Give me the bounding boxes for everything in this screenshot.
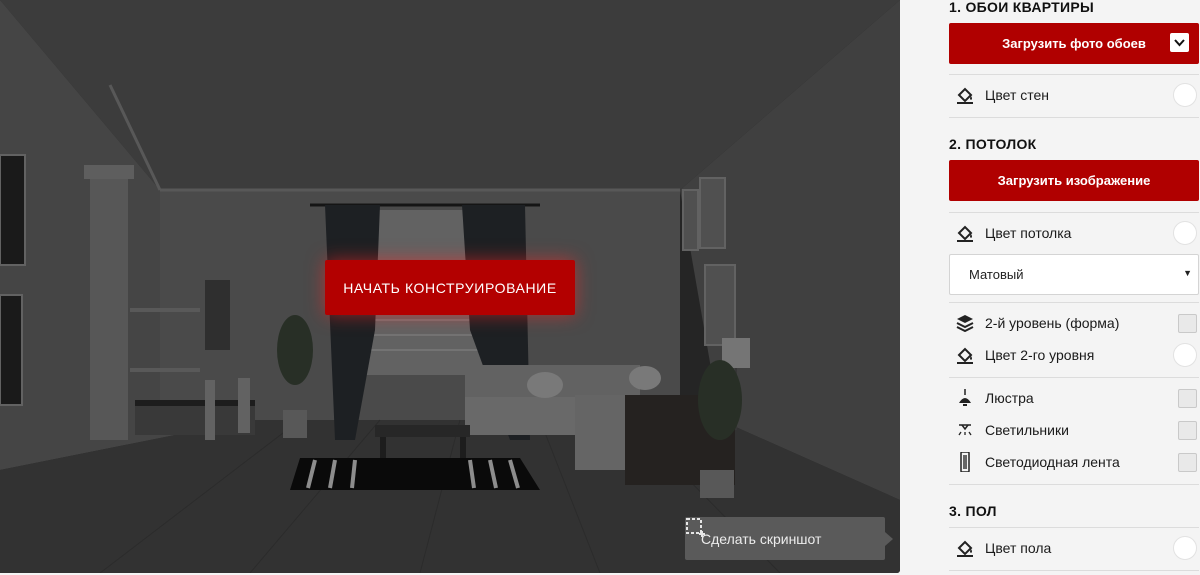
led-strip-icon xyxy=(955,452,975,472)
screenshot-button-label: Сделать скриншот xyxy=(701,530,822,547)
led-strip-label: Светодиодная лента xyxy=(985,454,1120,470)
wall-color-row[interactable]: Цвет стен xyxy=(949,79,1199,111)
section-title-wallpaper: 1. ОБОИ КВАРТИРЫ xyxy=(949,0,1095,15)
second-level-label: 2-й уровень (форма) xyxy=(985,315,1120,331)
lamps-row[interactable]: Светильники xyxy=(949,414,1199,446)
caret-down-icon: ▼ xyxy=(1183,268,1192,278)
second-level-color-row[interactable]: Цвет 2-го уровня xyxy=(949,339,1199,371)
chandelier-row[interactable]: Люстра xyxy=(949,382,1199,414)
chevron-down-icon[interactable] xyxy=(1170,33,1189,52)
start-design-button[interactable]: НАЧАТЬ КОНСТРУИРОВАНИЕ xyxy=(325,260,575,315)
chandelier-icon xyxy=(955,388,975,408)
ceiling-color-label: Цвет потолка xyxy=(985,225,1072,241)
ceiling-finish-value: Матовый xyxy=(969,267,1024,282)
paint-bucket-icon xyxy=(955,85,975,105)
second-level-row[interactable]: 2-й уровень (форма) xyxy=(949,307,1199,339)
divider xyxy=(949,117,1199,118)
floor-color-label: Цвет пола xyxy=(985,540,1052,556)
divider xyxy=(949,74,1199,75)
divider xyxy=(949,302,1199,303)
ceiling-color-swatch[interactable] xyxy=(1173,221,1197,245)
lamps-label: Светильники xyxy=(985,422,1069,438)
wall-color-label: Цвет стен xyxy=(985,87,1050,103)
second-level-checkbox[interactable] xyxy=(1178,313,1197,333)
divider xyxy=(949,527,1199,528)
paint-bucket-icon xyxy=(955,223,975,243)
chandelier-checkbox[interactable] xyxy=(1178,388,1197,408)
upload-wallpaper-label: Загрузить фото обоев xyxy=(1002,36,1146,51)
selection-icon xyxy=(686,518,705,537)
section-title-floor: 3. ПОЛ xyxy=(949,503,997,519)
settings-panel: 1. ОБОИ КВАРТИРЫ Загрузить фото обоев Цв… xyxy=(948,0,1200,575)
divider xyxy=(949,484,1199,485)
upload-ceiling-image-label: Загрузить изображение xyxy=(997,173,1151,188)
screenshot-button[interactable]: Сделать скриншот xyxy=(685,517,893,560)
upload-ceiling-image-button[interactable]: Загрузить изображение xyxy=(949,160,1199,201)
led-strip-checkbox[interactable] xyxy=(1178,452,1197,472)
spotlight-icon xyxy=(955,420,975,440)
chandelier-label: Люстра xyxy=(985,390,1034,406)
ceiling-color-row[interactable]: Цвет потолка xyxy=(949,217,1199,249)
ceiling-finish-select[interactable]: Матовый ▼ xyxy=(949,254,1199,295)
floor-color-row[interactable]: Цвет пола xyxy=(949,532,1199,564)
divider xyxy=(949,212,1199,213)
wall-color-swatch[interactable] xyxy=(1173,83,1197,107)
second-level-color-swatch[interactable] xyxy=(1173,343,1197,367)
layers-icon xyxy=(955,313,975,333)
paint-bucket-icon xyxy=(955,345,975,365)
lamps-checkbox[interactable] xyxy=(1178,420,1197,440)
led-strip-row[interactable]: Светодиодная лента xyxy=(949,446,1199,478)
section-title-ceiling: 2. ПОТОЛОК xyxy=(949,136,1037,152)
upload-wallpaper-button[interactable]: Загрузить фото обоев xyxy=(949,23,1199,64)
divider xyxy=(949,377,1199,378)
divider xyxy=(949,570,1199,571)
second-level-color-label: Цвет 2-го уровня xyxy=(985,347,1095,363)
room-preview: НАЧАТЬ КОНСТРУИРОВАНИЕ Сделать скриншот xyxy=(0,0,900,573)
paint-bucket-icon xyxy=(955,538,975,558)
floor-color-swatch[interactable] xyxy=(1173,536,1197,560)
